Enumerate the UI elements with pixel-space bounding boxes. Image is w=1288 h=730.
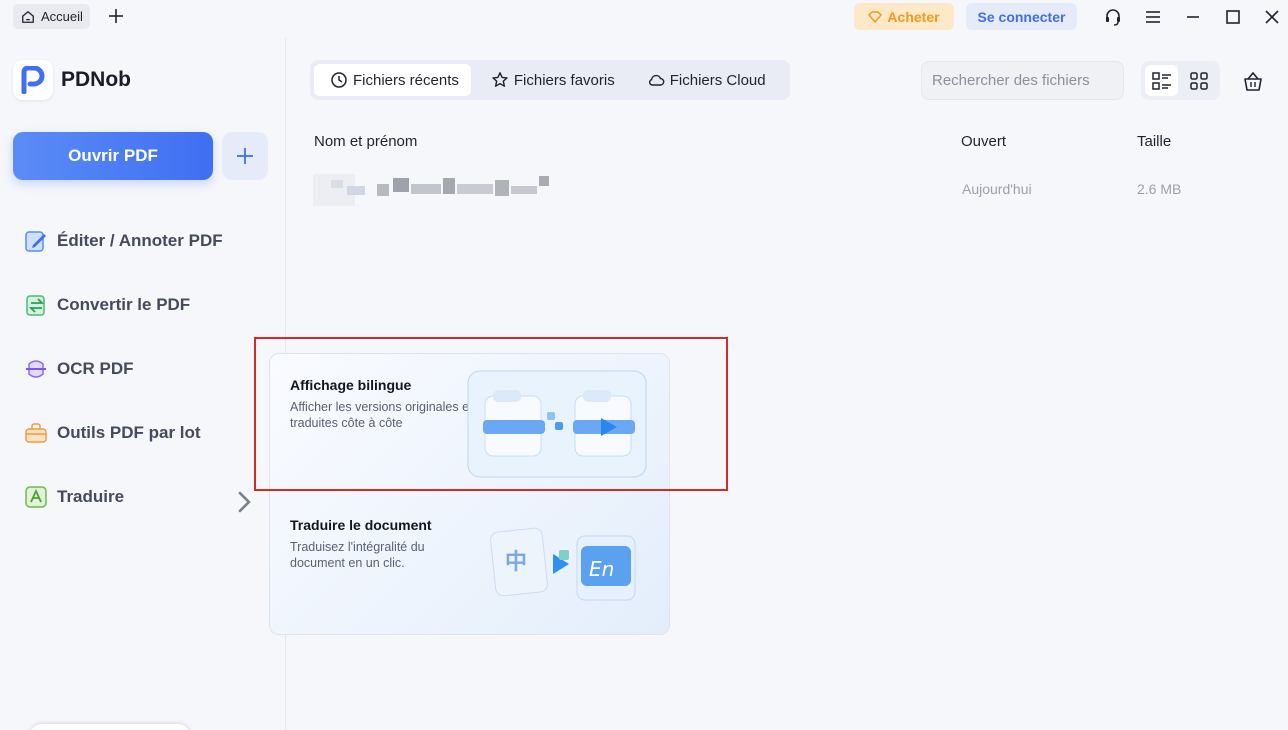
clock-icon — [331, 72, 347, 88]
nav-label: Outils PDF par lot — [57, 423, 201, 442]
row-size: 2.6 MB — [1137, 181, 1182, 197]
list-view-icon — [1151, 71, 1171, 90]
nav-label: Traduire — [57, 487, 125, 506]
convert-icon — [26, 295, 45, 316]
pdnob-logo-icon — [13, 60, 53, 100]
login-button[interactable]: Se connecter — [966, 3, 1077, 30]
nav-ocr[interactable]: OCR PDF — [23, 354, 263, 384]
tab-recent-files[interactable]: Fichiers récents — [314, 64, 471, 96]
ocr-icon — [26, 360, 46, 378]
highlight-box — [254, 337, 728, 491]
open-pdf-button[interactable]: Ouvrir PDF — [13, 132, 213, 180]
star-icon — [492, 72, 508, 87]
card-title: Traduire le document — [290, 517, 432, 533]
tab-label: Fichiers récents — [353, 71, 459, 89]
new-tab-plus-icon[interactable] — [107, 7, 125, 25]
nav-translate[interactable]: Traduire — [23, 482, 263, 515]
nav-convert[interactable]: Convertir le PDF — [23, 290, 263, 320]
list-view-button[interactable] — [1145, 65, 1178, 96]
file-tabs: Fichiers récents Fichiers favoris Fichie… — [310, 60, 790, 100]
nav-label: Éditer / Annoter PDF — [57, 231, 223, 250]
buy-button[interactable]: Acheter — [854, 3, 954, 30]
tab-label: Fichiers Cloud — [669, 71, 766, 89]
blurred-file-name — [313, 166, 558, 214]
sidebar: PDNob Ouvrir PDF Éditer / Annoter PDF Co… — [0, 34, 285, 730]
tab-favorite-files[interactable]: Fichiers favoris — [475, 64, 627, 96]
home-tab[interactable]: Accueil — [13, 4, 90, 29]
target-glyph: En — [589, 557, 614, 581]
grid-view-button[interactable] — [1182, 65, 1215, 96]
translate-document-card[interactable]: Traduire le document Traduisez l'intégra… — [270, 494, 669, 634]
translate-icon — [25, 486, 47, 508]
close-icon[interactable] — [1262, 7, 1282, 27]
column-header-name[interactable]: Nom et prénom — [314, 133, 417, 150]
column-header-opened[interactable]: Ouvert — [961, 133, 1006, 150]
menu-icon[interactable] — [1143, 7, 1163, 27]
login-label: Se connecter — [977, 8, 1066, 25]
chevron-right-icon[interactable] — [231, 489, 257, 515]
home-tab-label: Accueil — [41, 9, 83, 24]
card-description: Traduisez l'intégralité du document en u… — [290, 540, 425, 570]
edit-annotate-icon — [25, 231, 46, 252]
source-glyph: 中 — [505, 550, 527, 575]
support-headset-icon[interactable] — [1103, 7, 1123, 27]
cloud-icon — [648, 74, 665, 86]
tab-label: Fichiers favoris — [513, 71, 615, 89]
tab-cloud-files[interactable]: Fichiers Cloud — [631, 64, 778, 96]
view-toggle — [1141, 61, 1220, 100]
maximize-icon[interactable] — [1223, 7, 1243, 27]
home-icon — [22, 10, 34, 23]
nav-label: OCR PDF — [57, 359, 134, 378]
app-name: PDNob — [61, 68, 131, 91]
plus-icon — [237, 148, 253, 164]
document-translate-illustration-icon: 中 En — [490, 527, 636, 601]
minimize-icon[interactable] — [1183, 7, 1203, 27]
search-input[interactable] — [921, 61, 1124, 100]
nav-label: Convertir le PDF — [57, 295, 191, 314]
nav-edit-annotate[interactable]: Éditer / Annoter PDF — [23, 226, 263, 256]
nav-batch-tools[interactable]: Outils PDF par lot — [23, 418, 263, 448]
row-opened: Aujourd'hui — [962, 181, 1032, 197]
column-header-size[interactable]: Taille — [1137, 133, 1171, 150]
bottom-panel-edge — [30, 724, 190, 730]
recycle-bin-icon[interactable] — [1242, 70, 1264, 92]
add-button[interactable] — [222, 132, 268, 180]
batch-tools-icon — [25, 423, 47, 443]
grid-view-icon — [1189, 71, 1208, 90]
app-logo: PDNob — [13, 60, 131, 100]
buy-label: Acheter — [887, 8, 940, 25]
title-bar: Accueil Acheter Se connecter — [0, 0, 1288, 34]
diamond-icon — [868, 10, 883, 23]
